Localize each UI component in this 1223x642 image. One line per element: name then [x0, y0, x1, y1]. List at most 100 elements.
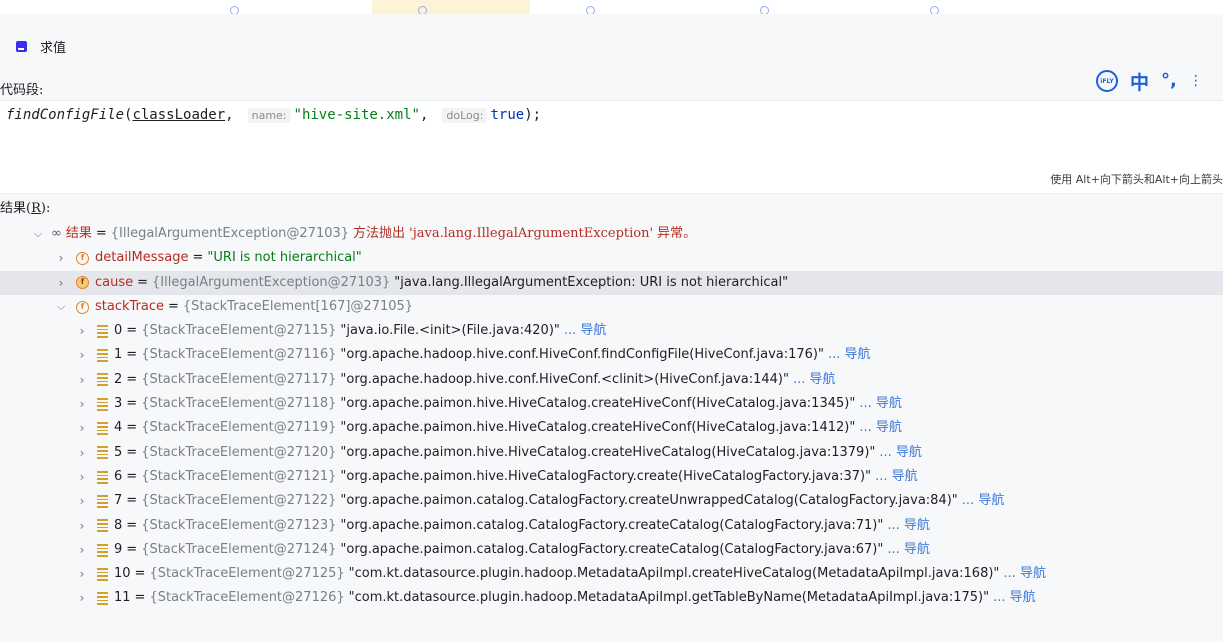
- tree-row-stack-element[interactable]: › 0 = {StackTraceElement@27115} "java.io.Fil…: [0, 319, 1223, 343]
- ime-more-icon[interactable]: ⋮: [1189, 73, 1203, 89]
- expand-arrow-icon[interactable]: ›: [76, 538, 88, 562]
- result-tree[interactable]: ⌵ ∞ 结果 = {IllegalArgumentException@27103} 方…: [0, 222, 1223, 611]
- expand-arrow-icon[interactable]: ›: [76, 489, 88, 513]
- element-type: {StackTraceElement@27123}: [141, 517, 337, 533]
- stack-trace-elements: › 0 = {StackTraceElement@27115} "java.io.Fil…: [0, 319, 1223, 611]
- array-element-icon: [97, 470, 108, 484]
- expand-arrow-icon[interactable]: ›: [55, 271, 67, 295]
- field-name: cause: [95, 274, 134, 290]
- navigate-link[interactable]: ... 导航: [793, 368, 836, 392]
- element-value: "org.apache.paimon.hive.HiveCatalog.crea…: [340, 444, 876, 460]
- element-type: {StackTraceElement@27125}: [149, 566, 345, 582]
- expand-arrow-icon[interactable]: ›: [76, 514, 88, 538]
- tree-row-stack-element[interactable]: › 5 = {StackTraceElement@27120} "org.apache.…: [0, 441, 1223, 465]
- expression-editor[interactable]: findConfigFile(classLoader, name: "hive-s…: [0, 100, 1223, 194]
- element-value: "org.apache.paimon.hive.HiveCatalogFacto…: [340, 468, 872, 484]
- field-icon: f: [76, 300, 89, 314]
- field-icon: f: [76, 251, 89, 265]
- element-value: "org.apache.paimon.hive.HiveCatalog.crea…: [340, 396, 856, 412]
- navigate-link[interactable]: ... 导航: [993, 586, 1036, 610]
- field-type: {IllegalArgumentException@27103}: [152, 274, 391, 290]
- navigate-link[interactable]: ... 导航: [828, 343, 871, 367]
- expand-arrow-icon[interactable]: ›: [76, 441, 88, 465]
- collapse-arrow-icon[interactable]: ⌵: [55, 295, 67, 319]
- array-element-icon: [97, 567, 108, 581]
- expand-arrow-icon[interactable]: ›: [76, 392, 88, 416]
- element-index: 3: [114, 396, 123, 412]
- element-type: {StackTraceElement@27120}: [141, 444, 337, 460]
- tree-row-result[interactable]: ⌵ ∞ 结果 = {IllegalArgumentException@27103} 方…: [0, 222, 1223, 246]
- parameter-hint-name: name:: [247, 107, 291, 123]
- navigate-link[interactable]: ... 导航: [859, 392, 902, 416]
- result-type: {IllegalArgumentException@27103}: [110, 226, 350, 241]
- element-type: {StackTraceElement@27124}: [141, 541, 337, 557]
- navigate-link[interactable]: ... 导航: [1003, 562, 1046, 586]
- tree-row-cause[interactable]: › f cause = {IllegalArgumentException@2710…: [0, 270, 1223, 295]
- tree-row-stack-element[interactable]: › 10 = {StackTraceElement@27125} "com.kt.dat…: [0, 562, 1223, 586]
- field-value: "URI is not hierarchical": [207, 250, 362, 266]
- collapse-arrow-icon[interactable]: ⌵: [32, 222, 44, 246]
- expand-arrow-icon[interactable]: ›: [76, 343, 88, 367]
- code-method-name: findConfigFile: [6, 107, 125, 123]
- element-value: "org.apache.paimon.hive.HiveCatalog.crea…: [340, 420, 856, 436]
- tree-row-stack-element[interactable]: › 6 = {StackTraceElement@27121} "org.apache.…: [0, 465, 1223, 489]
- expand-arrow-icon[interactable]: ›: [76, 368, 88, 392]
- tree-row-stack-element[interactable]: › 7 = {StackTraceElement@27122} "org.apache.…: [0, 489, 1223, 513]
- navigate-link[interactable]: ... 导航: [859, 416, 902, 440]
- field-value: "java.lang.IllegalArgumentException: URI…: [394, 274, 789, 290]
- array-element-icon: [97, 543, 108, 557]
- tree-row-stack-element[interactable]: › 1 = {StackTraceElement@27116} "org.apache.…: [0, 343, 1223, 367]
- navigate-link[interactable]: ... 导航: [879, 441, 922, 465]
- element-type: {StackTraceElement@27119}: [141, 420, 337, 436]
- expand-arrow-icon[interactable]: ›: [76, 465, 88, 489]
- element-index: 5: [114, 444, 123, 460]
- watch-result-icon: ∞: [51, 226, 62, 241]
- navigate-link[interactable]: ... 导航: [875, 465, 918, 489]
- expand-arrow-icon[interactable]: ›: [76, 586, 88, 610]
- navigate-link[interactable]: ... 导航: [564, 319, 607, 343]
- tree-row-stack-element[interactable]: › 9 = {StackTraceElement@27124} "org.apache.…: [0, 538, 1223, 562]
- array-element-icon: [97, 397, 108, 411]
- tree-row-stack-trace[interactable]: ⌵ f stackTrace = {StackTraceElement[167]@2…: [0, 295, 1223, 319]
- array-element-icon: [97, 349, 108, 363]
- element-index: 10: [114, 566, 131, 582]
- dialog-title-bar[interactable]: 求值: [16, 37, 66, 56]
- ime-punctuation-toggle[interactable]: °,: [1161, 72, 1177, 90]
- navigate-link[interactable]: ... 导航: [962, 489, 1005, 513]
- field-icon: f: [76, 276, 89, 290]
- element-value: "com.kt.datasource.plugin.hadoop.Metadat…: [348, 566, 1000, 582]
- element-index: 4: [114, 420, 123, 436]
- array-element-icon: [97, 446, 108, 460]
- navigate-link[interactable]: ... 导航: [887, 538, 930, 562]
- tree-row-detail-message[interactable]: › f detailMessage = "URI is not hierarchic…: [0, 246, 1223, 270]
- expand-arrow-icon[interactable]: ›: [76, 319, 88, 343]
- result-exception-message: 方法抛出 'java.lang.IllegalArgumentException…: [353, 226, 697, 241]
- ime-language-toggle[interactable]: 中: [1130, 68, 1149, 95]
- element-value: "java.io.File.<init>(File.java:420)": [340, 323, 560, 339]
- ifly-logo-icon[interactable]: iFLY: [1096, 70, 1118, 92]
- tree-row-stack-element[interactable]: › 3 = {StackTraceElement@27118} "org.apache.…: [0, 392, 1223, 416]
- element-index: 6: [114, 468, 123, 484]
- array-element-icon: [97, 494, 108, 508]
- element-type: {StackTraceElement@27126}: [149, 590, 345, 606]
- tree-row-stack-element[interactable]: › 8 = {StackTraceElement@27123} "org.apache.…: [0, 514, 1223, 538]
- highlight-mark: [372, 0, 530, 14]
- code-paren-open: (: [124, 107, 133, 123]
- navigate-link[interactable]: ... 导航: [887, 514, 930, 538]
- code-comma: ,: [419, 107, 429, 123]
- expand-arrow-icon[interactable]: ›: [76, 416, 88, 440]
- tree-row-stack-element[interactable]: › 4 = {StackTraceElement@27119} "org.apache.…: [0, 416, 1223, 440]
- element-type: {StackTraceElement@27117}: [141, 371, 337, 387]
- expression-code[interactable]: findConfigFile(classLoader, name: "hive-s…: [6, 107, 541, 123]
- tree-row-stack-element[interactable]: › 11 = {StackTraceElement@27126} "com.kt.dat…: [0, 586, 1223, 610]
- tree-row-stack-element[interactable]: › 2 = {StackTraceElement@27117} "org.apache.…: [0, 368, 1223, 392]
- expand-arrow-icon[interactable]: ›: [76, 562, 88, 586]
- element-index: 8: [114, 517, 123, 533]
- hint-marker-icon: [760, 6, 769, 14]
- code-string-literal: "hive-site.xml": [293, 107, 420, 123]
- ime-toolbar[interactable]: iFLY 中 °, ⋮: [1096, 67, 1223, 95]
- element-value: "org.apache.hadoop.hive.conf.HiveConf.<c…: [340, 371, 789, 387]
- parameter-hint-dolog: doLog:: [442, 107, 488, 123]
- array-element-icon: [97, 519, 108, 533]
- expand-arrow-icon[interactable]: ›: [55, 246, 67, 270]
